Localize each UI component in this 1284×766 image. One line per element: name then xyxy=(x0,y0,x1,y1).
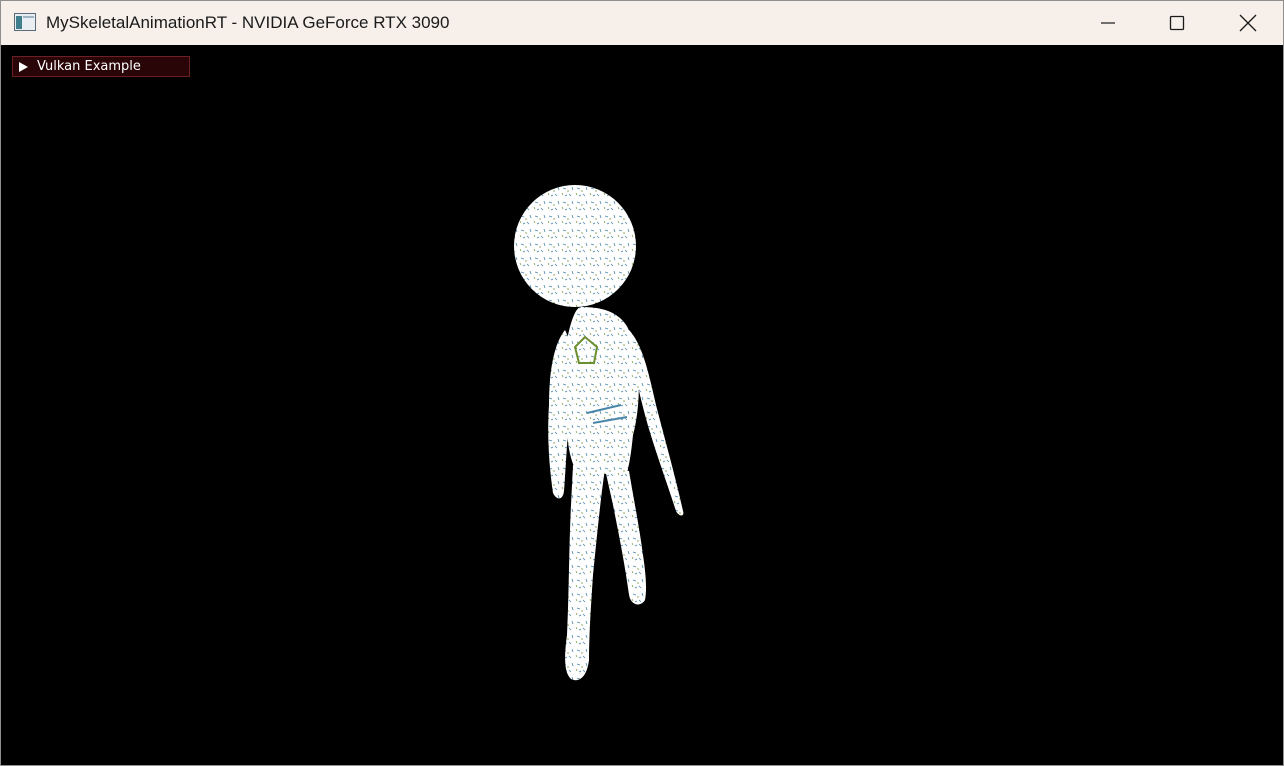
maximize-icon xyxy=(1169,15,1185,31)
window-title: MySkeletalAnimationRT - NVIDIA GeForce R… xyxy=(46,13,450,32)
figure-torso xyxy=(563,307,639,475)
minimize-icon xyxy=(1101,22,1115,24)
close-button[interactable] xyxy=(1213,1,1283,45)
skeletal-figure xyxy=(514,185,684,681)
app-window-icon xyxy=(14,13,36,31)
title-bar[interactable]: MySkeletalAnimationRT - NVIDIA GeForce R… xyxy=(1,1,1283,45)
figure-left-leg xyxy=(565,465,605,681)
figure-head xyxy=(514,185,636,307)
maximize-button[interactable] xyxy=(1142,1,1212,45)
figure-right-arm xyxy=(629,330,684,516)
minimize-button[interactable] xyxy=(1073,1,1143,45)
application-window: MySkeletalAnimationRT - NVIDIA GeForce R… xyxy=(0,0,1284,766)
render-viewport[interactable]: Vulkan Example xyxy=(1,45,1283,765)
imgui-collapsing-header[interactable]: Vulkan Example xyxy=(12,56,190,77)
collapsed-arrow-icon[interactable] xyxy=(19,61,28,72)
close-icon xyxy=(1239,14,1257,32)
figure-left-arm xyxy=(548,330,573,499)
imgui-header-label[interactable]: Vulkan Example xyxy=(37,59,141,75)
figure-right-leg xyxy=(605,469,647,605)
